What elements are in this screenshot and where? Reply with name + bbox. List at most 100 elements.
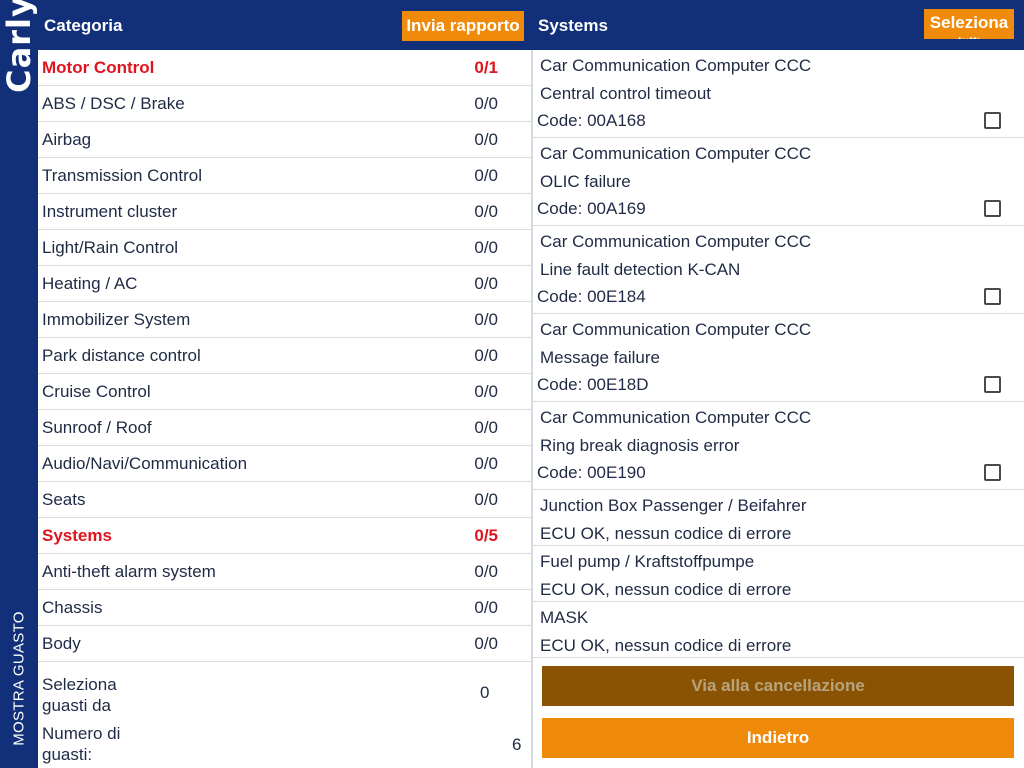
- fault-code: Code: 00E190: [537, 463, 646, 482]
- category-count: 0/0: [474, 598, 498, 617]
- fault-item: Car Communication Computer CCC Ring break…: [533, 402, 1024, 490]
- fault-module: Car Communication Computer CCC: [540, 320, 812, 339]
- category-row[interactable]: ABS / DSC / Brake 0/0: [38, 86, 531, 122]
- category-count: 0/0: [474, 346, 498, 365]
- category-row[interactable]: Seats 0/0: [38, 482, 531, 518]
- category-row[interactable]: Motor Control 0/1: [38, 50, 531, 86]
- module-name: Fuel pump / Kraftstoffpumpe: [540, 552, 755, 571]
- category-count: 0/0: [474, 382, 498, 401]
- send-report-button[interactable]: Invia rapporto: [402, 11, 524, 41]
- category-header: Categoria Invia rapporto: [38, 0, 532, 50]
- select-all-label: Seleziona: [929, 13, 1009, 32]
- fault-description: OLIC failure: [540, 172, 631, 191]
- category-count: 0/0: [474, 490, 498, 509]
- category-row[interactable]: Immobilizer System 0/0: [38, 302, 531, 338]
- fault-code: Code: 00E18D: [537, 375, 649, 394]
- category-count: 0/0: [474, 274, 498, 293]
- fault-item: Car Communication Computer CCC Central co…: [533, 50, 1024, 138]
- category-row[interactable]: Audio/Navi/Communication 0/0: [38, 446, 531, 482]
- category-count: 0/0: [474, 166, 498, 185]
- category-row[interactable]: Transmission Control 0/0: [38, 158, 531, 194]
- fault-code: Code: 00A168: [537, 111, 646, 130]
- category-row[interactable]: Heating / AC 0/0: [38, 266, 531, 302]
- module-ok-item: Fuel pump / Kraftstoffpumpe ECU OK, nessu…: [533, 546, 1024, 602]
- module-status: ECU OK, nessun codice di errore: [540, 636, 792, 655]
- category-row[interactable]: Instrument cluster 0/0: [38, 194, 531, 230]
- fault-module: Car Communication Computer CCC: [540, 144, 812, 163]
- fault-module: Car Communication Computer CCC: [540, 56, 812, 75]
- module-name: Junction Box Passenger / Beifahrer: [540, 496, 807, 515]
- fault-checkbox[interactable]: [984, 464, 1001, 481]
- selected-faults-label: Seleziona guasti da: [42, 675, 117, 715]
- category-name: Instrument cluster: [42, 202, 178, 221]
- mode-label: MOSTRA GUASTO: [10, 610, 28, 746]
- module-ok-item: Junction Box Passenger / Beifahrer ECU OK…: [533, 490, 1024, 546]
- category-row[interactable]: Light/Rain Control 0/0: [38, 230, 531, 266]
- back-button[interactable]: Indietro: [542, 718, 1014, 758]
- category-count: 0/0: [474, 94, 498, 113]
- fault-module: Car Communication Computer CCC: [540, 408, 812, 427]
- select-all-button[interactable]: Seleziona tutti: [924, 9, 1014, 39]
- category-name: Cruise Control: [42, 382, 151, 401]
- module-status: ECU OK, nessun codice di errore: [540, 580, 792, 599]
- category-row[interactable]: Systems 0/5: [38, 518, 531, 554]
- fault-module: Car Communication Computer CCC: [540, 232, 812, 251]
- category-name: Systems: [42, 526, 112, 545]
- fault-code: Code: 00E184: [537, 287, 646, 306]
- category-count: 0/0: [474, 562, 498, 581]
- module-name: MASK: [540, 608, 589, 627]
- module-status: ECU OK, nessun codice di errore: [540, 524, 792, 543]
- category-name: Anti-theft alarm system: [42, 562, 216, 581]
- category-count: 0/0: [474, 238, 498, 257]
- fault-code: Code: 00A169: [537, 199, 646, 218]
- category-count: 0/0: [474, 418, 498, 437]
- category-count: 0/0: [474, 634, 498, 653]
- fault-description: Line fault detection K-CAN: [540, 260, 741, 279]
- category-header-title: Categoria: [44, 16, 123, 35]
- fault-checkbox[interactable]: [984, 376, 1001, 393]
- category-row[interactable]: Body 0/0: [38, 626, 531, 662]
- category-row[interactable]: Chassis 0/0: [38, 590, 531, 626]
- category-name: Airbag: [42, 130, 92, 149]
- fault-description: Ring break diagnosis error: [540, 436, 740, 455]
- category-count: 0/0: [474, 454, 498, 473]
- fault-count-value: 6: [512, 735, 522, 754]
- category-row[interactable]: Airbag 0/0: [38, 122, 531, 158]
- category-row[interactable]: Anti-theft alarm system 0/0: [38, 554, 531, 590]
- carly-logo: Carly: [0, 0, 38, 93]
- systems-header-title: Systems: [538, 16, 608, 35]
- fault-checkbox[interactable]: [984, 288, 1001, 305]
- fault-item: Car Communication Computer CCC Line fault…: [533, 226, 1024, 314]
- category-name: Sunroof / Roof: [42, 418, 152, 437]
- category-row[interactable]: Sunroof / Roof 0/0: [38, 410, 531, 446]
- fault-count-label: Numero di guasti:: [42, 724, 121, 764]
- selected-faults-value: 0: [480, 683, 490, 702]
- systems-header: Systems Seleziona tutti: [532, 0, 1024, 50]
- clear-faults-button[interactable]: Via alla cancellazione: [542, 666, 1014, 706]
- fault-item: Car Communication Computer CCC OLIC failu…: [533, 138, 1024, 226]
- category-row[interactable]: Park distance control 0/0: [38, 338, 531, 374]
- category-count: 0/0: [474, 130, 498, 149]
- category-name: Park distance control: [42, 346, 201, 365]
- category-count: 0/1: [474, 58, 498, 77]
- systems-list: Car Communication Computer CCC Central co…: [533, 50, 1024, 658]
- category-list: Motor Control 0/1 ABS / DSC / Brake 0/0 Airb…: [38, 50, 531, 662]
- category-name: Body: [42, 634, 81, 653]
- brand-strip: Carly MOSTRA GUASTO: [0, 0, 38, 768]
- fault-item: Car Communication Computer CCC Message fa…: [533, 314, 1024, 402]
- category-name: ABS / DSC / Brake: [42, 94, 185, 113]
- category-name: Light/Rain Control: [42, 238, 179, 257]
- category-name: Seats: [42, 490, 86, 509]
- category-name: Audio/Navi/Communication: [42, 454, 248, 473]
- category-name: Immobilizer System: [42, 310, 191, 329]
- category-count: 0/0: [474, 310, 498, 329]
- category-name: Transmission Control: [42, 166, 202, 185]
- select-all-sublabel: tutti: [924, 37, 1014, 39]
- category-row[interactable]: Cruise Control 0/0: [38, 374, 531, 410]
- fault-description: Central control timeout: [540, 84, 712, 103]
- fault-checkbox[interactable]: [984, 112, 1001, 129]
- fault-checkbox[interactable]: [984, 200, 1001, 217]
- category-name: Heating / AC: [42, 274, 138, 293]
- category-name: Chassis: [42, 598, 103, 617]
- category-count: 0/5: [474, 526, 498, 545]
